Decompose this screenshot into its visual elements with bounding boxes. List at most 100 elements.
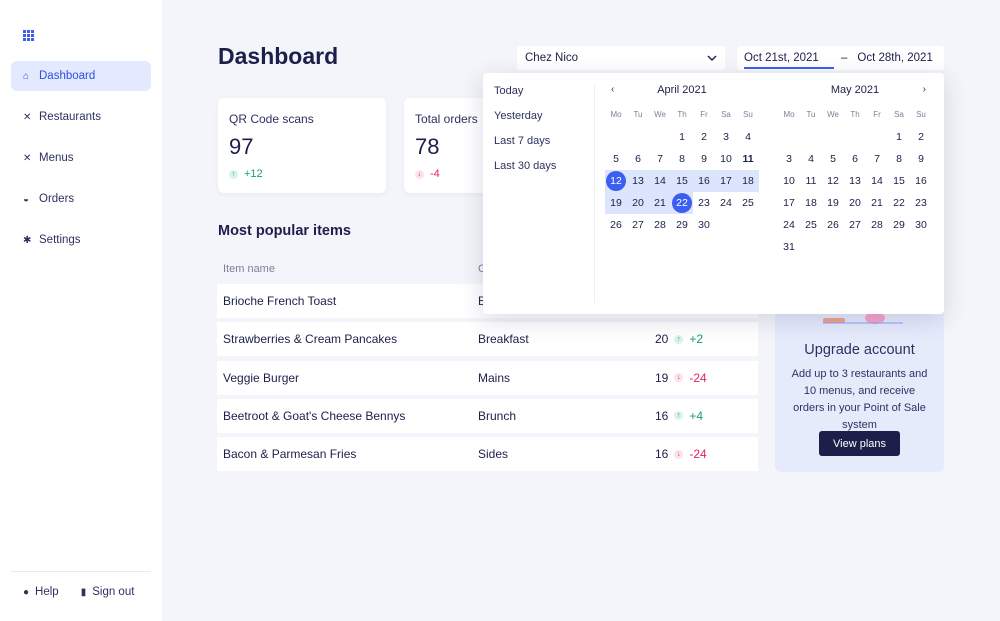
calendar-day[interactable]: 5 bbox=[822, 148, 844, 170]
weekday-label: We bbox=[654, 110, 666, 119]
calendar-day[interactable]: 2 bbox=[910, 126, 932, 148]
item-category: Mains bbox=[478, 370, 511, 385]
calendar-day[interactable]: 2 bbox=[693, 126, 715, 148]
calendar-day[interactable]: 1 bbox=[671, 126, 693, 148]
calendar-day[interactable]: 18 bbox=[800, 192, 822, 214]
restaurant-select[interactable]: Chez Nico bbox=[517, 46, 725, 70]
sidebar-item-restaurants[interactable]: ✕ Restaurants bbox=[11, 102, 151, 132]
sidebar-item-settings[interactable]: ✱ Settings bbox=[11, 225, 151, 255]
calendar-day[interactable]: 19 bbox=[822, 192, 844, 214]
calendar-day[interactable]: 26 bbox=[822, 214, 844, 236]
calendar-day[interactable]: 4 bbox=[737, 126, 759, 148]
calendar-day[interactable]: 27 bbox=[844, 214, 866, 236]
sidebar-divider bbox=[11, 571, 151, 572]
calendar-day[interactable]: 23 bbox=[910, 192, 932, 214]
calendar-day[interactable]: 10 bbox=[715, 148, 737, 170]
calendar-day[interactable]: 12 bbox=[822, 170, 844, 192]
preset-last-30-days[interactable]: Last 30 days bbox=[494, 160, 556, 185]
calendar-day[interactable]: 9 bbox=[910, 148, 932, 170]
calendar-day[interactable]: 4 bbox=[800, 148, 822, 170]
calendar-day[interactable]: 25 bbox=[800, 214, 822, 236]
calendar-day[interactable]: 21 bbox=[649, 192, 671, 214]
days-grid: 1 2 3 4 5 6 7 8 9 10 11 12 13 14 15 16 17 18 19 20 21 22 23 24 2… bbox=[605, 126, 759, 236]
sidebar-item-orders[interactable]: ◒ Orders bbox=[11, 184, 151, 214]
sidebar-item-label: Settings bbox=[39, 234, 81, 246]
calendar-day[interactable]: 30 bbox=[693, 214, 715, 236]
calendar-day[interactable]: 29 bbox=[671, 214, 693, 236]
calendar-day[interactable]: 3 bbox=[715, 126, 737, 148]
calendar-day[interactable]: 1 bbox=[888, 126, 910, 148]
grid-logo-icon[interactable] bbox=[23, 30, 34, 41]
calendar-day[interactable]: 31 bbox=[778, 236, 800, 258]
calendar-day[interactable]: 20 bbox=[844, 192, 866, 214]
calendar-day[interactable]: 11 bbox=[737, 148, 759, 170]
calendar-day[interactable]: 25 bbox=[737, 192, 759, 214]
calendar-day[interactable]: 3 bbox=[778, 148, 800, 170]
calendar-day[interactable]: 16 bbox=[693, 170, 715, 192]
calendar-day[interactable]: 11 bbox=[800, 170, 822, 192]
date-end-field[interactable]: Oct 28th, 2021 bbox=[857, 52, 932, 64]
date-start-field[interactable]: Oct 21st, 2021 bbox=[744, 52, 834, 69]
calendar-day[interactable]: 28 bbox=[866, 214, 888, 236]
calendar-day[interactable]: 13 bbox=[844, 170, 866, 192]
item-count: 16 ↓ -24 bbox=[655, 447, 707, 461]
chevron-left-icon[interactable]: ‹ bbox=[611, 84, 614, 95]
calendar-day[interactable]: 15 bbox=[888, 170, 910, 192]
calendar-day[interactable]: 19 bbox=[605, 192, 627, 214]
calendar-day[interactable]: 30 bbox=[910, 214, 932, 236]
empty-cell bbox=[605, 126, 627, 148]
calendar-day[interactable]: 6 bbox=[844, 148, 866, 170]
calendar-day[interactable]: 22 bbox=[888, 192, 910, 214]
calendar-day[interactable]: 7 bbox=[866, 148, 888, 170]
calendar-day[interactable]: 6 bbox=[627, 148, 649, 170]
preset-today[interactable]: Today bbox=[494, 85, 556, 110]
weekday-label: Fr bbox=[873, 110, 881, 119]
date-presets: Today Yesterday Last 7 days Last 30 days bbox=[494, 85, 556, 185]
calendar-day[interactable]: 18 bbox=[737, 170, 759, 192]
calendar-day[interactable]: 23 bbox=[693, 192, 715, 214]
calendar-day[interactable]: 16 bbox=[910, 170, 932, 192]
calendar-day[interactable]: 5 bbox=[605, 148, 627, 170]
item-category: Breakfast bbox=[478, 332, 529, 347]
weekday-label: Tu bbox=[633, 110, 643, 119]
calendar-day[interactable]: 8 bbox=[888, 148, 910, 170]
calendar-day[interactable]: 10 bbox=[778, 170, 800, 192]
page-title: Dashboard bbox=[218, 43, 339, 69]
calendar-day[interactable]: 24 bbox=[715, 192, 737, 214]
calendar-day[interactable]: 9 bbox=[693, 148, 715, 170]
sidebar-item-menus[interactable]: ✕ Menus bbox=[11, 143, 151, 173]
calendar-day[interactable]: 14 bbox=[866, 170, 888, 192]
calendar-day[interactable]: 14 bbox=[649, 170, 671, 192]
calendar-day[interactable]: 28 bbox=[649, 214, 671, 236]
signout-link[interactable]: ▮ Sign out bbox=[81, 586, 135, 598]
calendar-day[interactable]: 29 bbox=[888, 214, 910, 236]
calendar-day[interactable]: 20 bbox=[627, 192, 649, 214]
calendar-day[interactable]: 17 bbox=[715, 170, 737, 192]
arrow-down-icon: ↓ bbox=[415, 169, 424, 179]
table-row[interactable]: Veggie Burger Mains 19 ↓ -24 bbox=[217, 360, 758, 395]
chevron-right-icon[interactable]: › bbox=[923, 84, 926, 95]
preset-yesterday[interactable]: Yesterday bbox=[494, 110, 556, 135]
sidebar-footer: ● Help ▮ Sign out bbox=[23, 586, 134, 598]
table-row[interactable]: Beetroot & Goat's Cheese Bennys Brunch 16 ↑… bbox=[217, 398, 758, 433]
date-range-input[interactable]: Oct 21st, 2021 – Oct 28th, 2021 bbox=[737, 46, 944, 70]
calendar-day[interactable]: 17 bbox=[778, 192, 800, 214]
calendar-day[interactable]: 24 bbox=[778, 214, 800, 236]
calendar-day[interactable]: 22 bbox=[671, 192, 693, 214]
help-link[interactable]: ● Help bbox=[23, 586, 59, 598]
calendar-day[interactable]: 12 bbox=[605, 170, 627, 192]
calendar-day[interactable]: 13 bbox=[627, 170, 649, 192]
table-row[interactable]: Bacon & Parmesan Fries Sides 16 ↓ -24 bbox=[217, 437, 758, 472]
table-row[interactable]: Strawberries & Cream Pancakes Breakfast 20… bbox=[217, 322, 758, 357]
calendar-day[interactable]: 21 bbox=[866, 192, 888, 214]
sidebar-item-label: Orders bbox=[39, 193, 75, 205]
calendar-day[interactable]: 7 bbox=[649, 148, 671, 170]
view-plans-button[interactable]: View plans bbox=[819, 431, 900, 456]
sidebar-item-dashboard[interactable]: ⌂ Dashboard bbox=[11, 61, 151, 91]
weekday-label: Sa bbox=[721, 110, 731, 119]
calendar-day[interactable]: 15 bbox=[671, 170, 693, 192]
calendar-day[interactable]: 8 bbox=[671, 148, 693, 170]
calendar-day[interactable]: 26 bbox=[605, 214, 627, 236]
preset-last-7-days[interactable]: Last 7 days bbox=[494, 135, 556, 160]
calendar-day[interactable]: 27 bbox=[627, 214, 649, 236]
